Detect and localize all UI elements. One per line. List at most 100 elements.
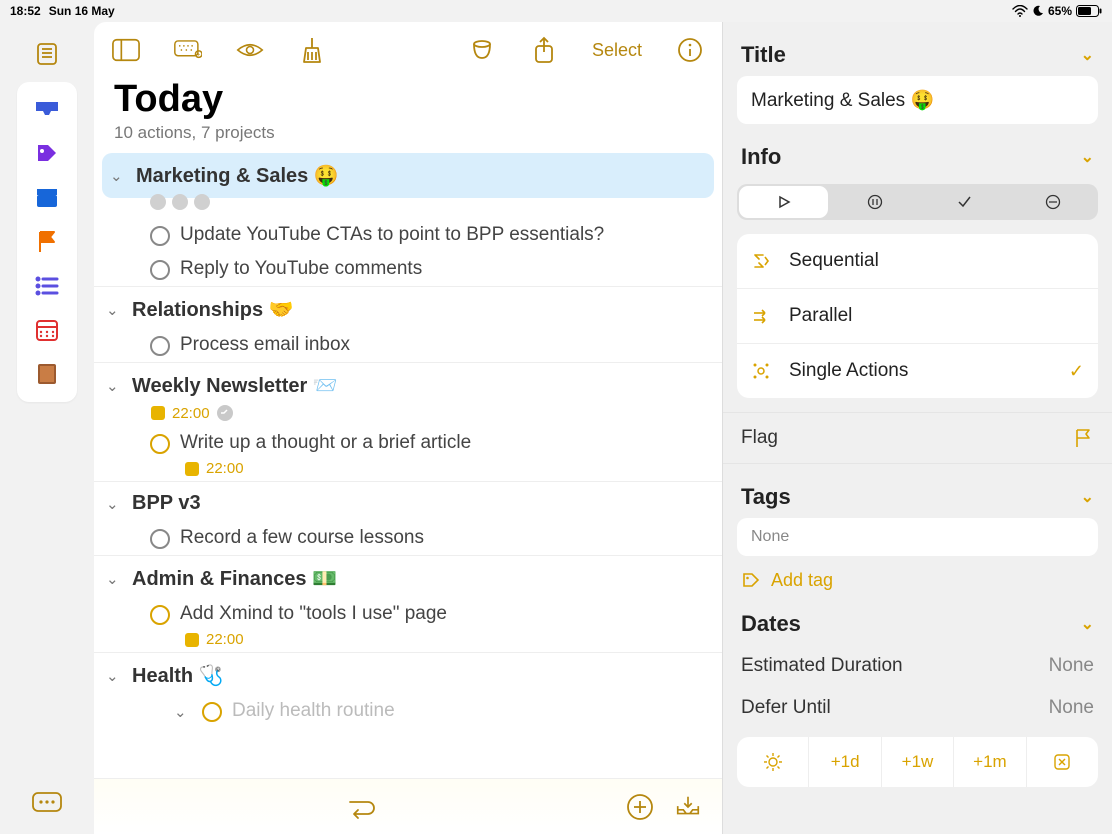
inspector-title-header[interactable]: Title ⌄ xyxy=(723,22,1112,76)
view-button[interactable] xyxy=(236,36,264,64)
inspector-panel[interactable]: Title ⌄ Marketing & Sales 🤑 Info ⌄ xyxy=(722,22,1112,834)
type-label: Single Actions xyxy=(789,360,1053,382)
type-single-actions[interactable]: Single Actions ✓ xyxy=(737,344,1098,398)
sidebar-item-tags[interactable] xyxy=(17,132,77,176)
tags-box[interactable]: None xyxy=(737,518,1098,556)
page-subtitle: 10 actions, 7 projects xyxy=(114,123,702,143)
task-row[interactable]: Update YouTube CTAs to point to BPP esse… xyxy=(94,218,722,252)
chevron-down-icon[interactable]: ⌄ xyxy=(106,570,124,588)
chevron-down-icon[interactable]: ⌄ xyxy=(110,167,128,185)
task-row[interactable]: Record a few course lessons xyxy=(94,521,722,555)
chevron-down-icon: ⌄ xyxy=(1081,614,1094,634)
project-row[interactable]: ⌄ Marketing & Sales 🤑 xyxy=(102,153,714,198)
task-row[interactable]: Write up a thought or a brief article xyxy=(94,426,722,460)
title-input[interactable]: Marketing & Sales 🤑 xyxy=(737,76,1098,124)
task-checkbox[interactable] xyxy=(150,605,170,625)
sidebar-item-inbox[interactable] xyxy=(17,88,77,132)
chevron-down-icon[interactable]: ⌄ xyxy=(174,703,192,721)
status-onhold[interactable] xyxy=(830,184,919,220)
task-checkbox[interactable] xyxy=(150,434,170,454)
task-checkbox[interactable] xyxy=(150,260,170,280)
defer-clear-button[interactable] xyxy=(1027,737,1098,787)
project-title: Marketing & Sales 🤑 xyxy=(136,163,339,188)
task-list[interactable]: ⌄ Marketing & Sales 🤑 Update YouTube CTA… xyxy=(94,151,722,778)
chevron-down-icon[interactable]: ⌄ xyxy=(106,495,124,513)
type-label: Parallel xyxy=(789,305,1084,327)
add-task-button[interactable] xyxy=(626,793,654,821)
task-row[interactable]: Reply to YouTube comments xyxy=(94,252,722,286)
inspector-dates-header[interactable]: Dates ⌄ xyxy=(723,591,1112,645)
defer-value: None xyxy=(1049,697,1094,719)
task-text: Update YouTube CTAs to point to BPP esse… xyxy=(180,224,604,246)
sidebar-item-forecast[interactable] xyxy=(17,264,77,308)
task-text: Reply to YouTube comments xyxy=(180,258,422,280)
task-time: 22:00 xyxy=(206,460,244,477)
task-checkbox[interactable] xyxy=(150,226,170,246)
task-row[interactable]: ⌄ Daily health routine xyxy=(94,694,722,728)
defer-quick-buttons: +1d +1w +1m xyxy=(737,737,1098,787)
defer-today-button[interactable] xyxy=(737,737,809,787)
chevron-down-icon[interactable]: ⌄ xyxy=(106,301,124,319)
sidebar-item-projects[interactable] xyxy=(17,176,77,220)
parallel-icon xyxy=(751,306,773,326)
defer-1m-button[interactable]: +1m xyxy=(954,737,1026,787)
page-title: Today xyxy=(114,78,702,121)
jar-button[interactable] xyxy=(468,36,496,64)
chevron-down-icon[interactable]: ⌄ xyxy=(106,377,124,395)
status-active[interactable] xyxy=(739,186,828,218)
sidebar-item-flagged[interactable] xyxy=(17,220,77,264)
project-title: Relationships 🤝 xyxy=(132,297,294,322)
select-button[interactable]: Select xyxy=(592,40,642,61)
task-row[interactable]: Add Xmind to "tools I use" page xyxy=(94,597,722,631)
defer-1d-button[interactable]: +1d xyxy=(809,737,881,787)
status-completed[interactable] xyxy=(920,184,1009,220)
project-row[interactable]: ⌄ Weekly Newsletter 📨 xyxy=(94,362,722,404)
battery-percent: 65% xyxy=(1048,4,1072,18)
quick-entry-button[interactable] xyxy=(674,793,702,821)
project-row[interactable]: ⌄ Health 🩺 xyxy=(94,652,722,694)
inspector-info-header[interactable]: Info ⌄ xyxy=(723,124,1112,178)
share-button[interactable] xyxy=(530,36,558,64)
main-content: + Select Today 10 actions, 7 projects xyxy=(94,22,722,834)
cleanup-button[interactable] xyxy=(298,36,326,64)
single-actions-icon xyxy=(751,361,773,381)
add-tag-label: Add tag xyxy=(771,570,833,591)
estimated-duration-row[interactable]: Estimated Duration None xyxy=(723,645,1112,687)
type-sequential[interactable]: Sequential xyxy=(737,234,1098,289)
task-text: Process email inbox xyxy=(180,334,350,356)
status-dropped[interactable] xyxy=(1009,184,1098,220)
project-title: Admin & Finances 💵 xyxy=(132,566,337,591)
chevron-down-icon[interactable]: ⌄ xyxy=(106,667,124,685)
project-time: 22:00 xyxy=(172,405,210,422)
inspector-tags-header[interactable]: Tags ⌄ xyxy=(723,464,1112,518)
task-checkbox[interactable] xyxy=(202,702,222,722)
defer-1w-button[interactable]: +1w xyxy=(882,737,954,787)
undo-button[interactable] xyxy=(340,793,380,821)
project-row[interactable]: ⌄ BPP v3 xyxy=(94,481,722,521)
type-parallel[interactable]: Parallel xyxy=(737,289,1098,344)
chevron-down-icon: ⌄ xyxy=(1081,487,1094,507)
add-tag-button[interactable]: Add tag xyxy=(723,564,1112,591)
sidebar-item-custom[interactable] xyxy=(17,352,77,396)
info-button[interactable] xyxy=(676,36,704,64)
project-row[interactable]: ⌄ Relationships 🤝 xyxy=(94,286,722,328)
task-row[interactable]: Process email inbox xyxy=(94,328,722,362)
task-text: Daily health routine xyxy=(232,700,395,722)
defer-until-row[interactable]: Defer Until None xyxy=(723,687,1112,729)
battery-icon xyxy=(1076,5,1102,17)
task-time: 22:00 xyxy=(206,631,244,648)
keyboard-button[interactable]: + xyxy=(174,36,202,64)
task-checkbox[interactable] xyxy=(150,529,170,549)
bottom-toolbar xyxy=(94,778,722,834)
sequential-icon xyxy=(751,251,773,271)
task-checkbox[interactable] xyxy=(150,336,170,356)
sidebar-item-review[interactable] xyxy=(17,308,77,352)
type-label: Sequential xyxy=(789,250,1084,272)
chevron-down-icon: ⌄ xyxy=(1081,147,1094,167)
sidebar-item-home[interactable] xyxy=(17,32,77,76)
dnd-moon-icon xyxy=(1032,5,1044,17)
toggle-sidebar-button[interactable] xyxy=(112,36,140,64)
sidebar-more-button[interactable] xyxy=(17,780,77,824)
project-row[interactable]: ⌄ Admin & Finances 💵 xyxy=(94,555,722,597)
flag-row[interactable]: Flag xyxy=(723,412,1112,464)
